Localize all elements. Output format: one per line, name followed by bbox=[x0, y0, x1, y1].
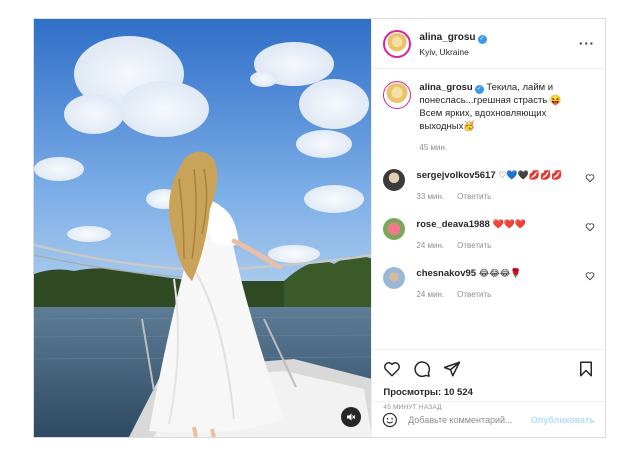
comment-input[interactable] bbox=[408, 414, 531, 425]
comment-text: ♡💙🖤💋💋💋 bbox=[498, 171, 563, 181]
reply-button[interactable]: Ответить bbox=[457, 190, 491, 203]
comment-username[interactable]: sergejvolkov5617 bbox=[416, 170, 495, 181]
comments-section: alina_grosu ✓ Текила, лайм и понеслась...… bbox=[372, 69, 605, 349]
verified-badge-icon: ✓ bbox=[477, 34, 487, 44]
reply-button[interactable]: Ответить bbox=[457, 288, 491, 301]
more-options-icon[interactable]: ··· bbox=[579, 36, 595, 51]
commenter-avatar[interactable] bbox=[383, 218, 406, 240]
reply-button[interactable]: Ответить bbox=[457, 239, 491, 252]
like-comment-heart-icon[interactable] bbox=[585, 222, 595, 232]
post-location[interactable]: Kyiv, Ukraine bbox=[419, 45, 579, 59]
post-details-panel: alina_grosu ✓ Kyiv, Ukraine ··· alina_gro… bbox=[371, 19, 605, 437]
view-count[interactable]: Просмотры: 10 524 bbox=[383, 387, 595, 398]
post-video[interactable] bbox=[34, 19, 372, 437]
like-comment-heart-icon[interactable] bbox=[585, 173, 595, 183]
post-photo bbox=[34, 19, 372, 437]
comment-username[interactable]: chesnakov95 bbox=[416, 268, 476, 279]
add-comment-bar: Опубликовать bbox=[372, 401, 605, 437]
commenter-avatar[interactable] bbox=[383, 267, 406, 289]
comment-text: ❤️❤️❤️ bbox=[492, 220, 527, 230]
share-paper-plane-icon[interactable] bbox=[443, 360, 461, 378]
like-heart-icon[interactable] bbox=[383, 360, 401, 378]
like-comment-heart-icon[interactable] bbox=[585, 271, 595, 281]
speaker-muted-icon bbox=[347, 413, 356, 421]
publish-comment-button[interactable]: Опубликовать bbox=[531, 415, 595, 425]
caption-username[interactable]: alina_grosu bbox=[419, 82, 472, 93]
post-header: alina_grosu ✓ Kyiv, Ukraine ··· bbox=[372, 19, 605, 69]
comment-time: 24 мин. bbox=[416, 241, 445, 250]
bookmark-icon[interactable] bbox=[577, 360, 595, 378]
caption-author-avatar[interactable] bbox=[383, 81, 412, 109]
instagram-post: alina_grosu ✓ Kyiv, Ukraine ··· alina_gro… bbox=[33, 18, 606, 438]
comment-time: 24 мин. bbox=[416, 290, 445, 299]
emoji-smiley-icon[interactable] bbox=[382, 412, 398, 428]
comment-item: chesnakov95 😂😂😂🌹 24 мин. Ответить bbox=[383, 267, 595, 301]
author-username[interactable]: alina_grosu bbox=[419, 32, 475, 43]
comment-item: rose_deava1988 ❤️❤️❤️ 24 мин. Ответить bbox=[383, 218, 595, 252]
verified-badge-icon: ✓ bbox=[474, 85, 484, 94]
caption-time: 45 мин. bbox=[419, 143, 448, 152]
comment-item: sergejvolkov5617 ♡💙🖤💋💋💋 33 мин. Ответить bbox=[383, 169, 595, 203]
comment-text: 😂😂😂🌹 bbox=[478, 269, 522, 279]
commenter-avatar[interactable] bbox=[383, 169, 406, 191]
post-caption: alina_grosu ✓ Текила, лайм и понеслась...… bbox=[383, 81, 595, 154]
comment-bubble-icon[interactable] bbox=[413, 360, 431, 378]
author-avatar[interactable] bbox=[383, 29, 412, 58]
comment-username[interactable]: rose_deava1988 bbox=[416, 219, 489, 230]
comment-time: 33 мин. bbox=[416, 192, 445, 201]
